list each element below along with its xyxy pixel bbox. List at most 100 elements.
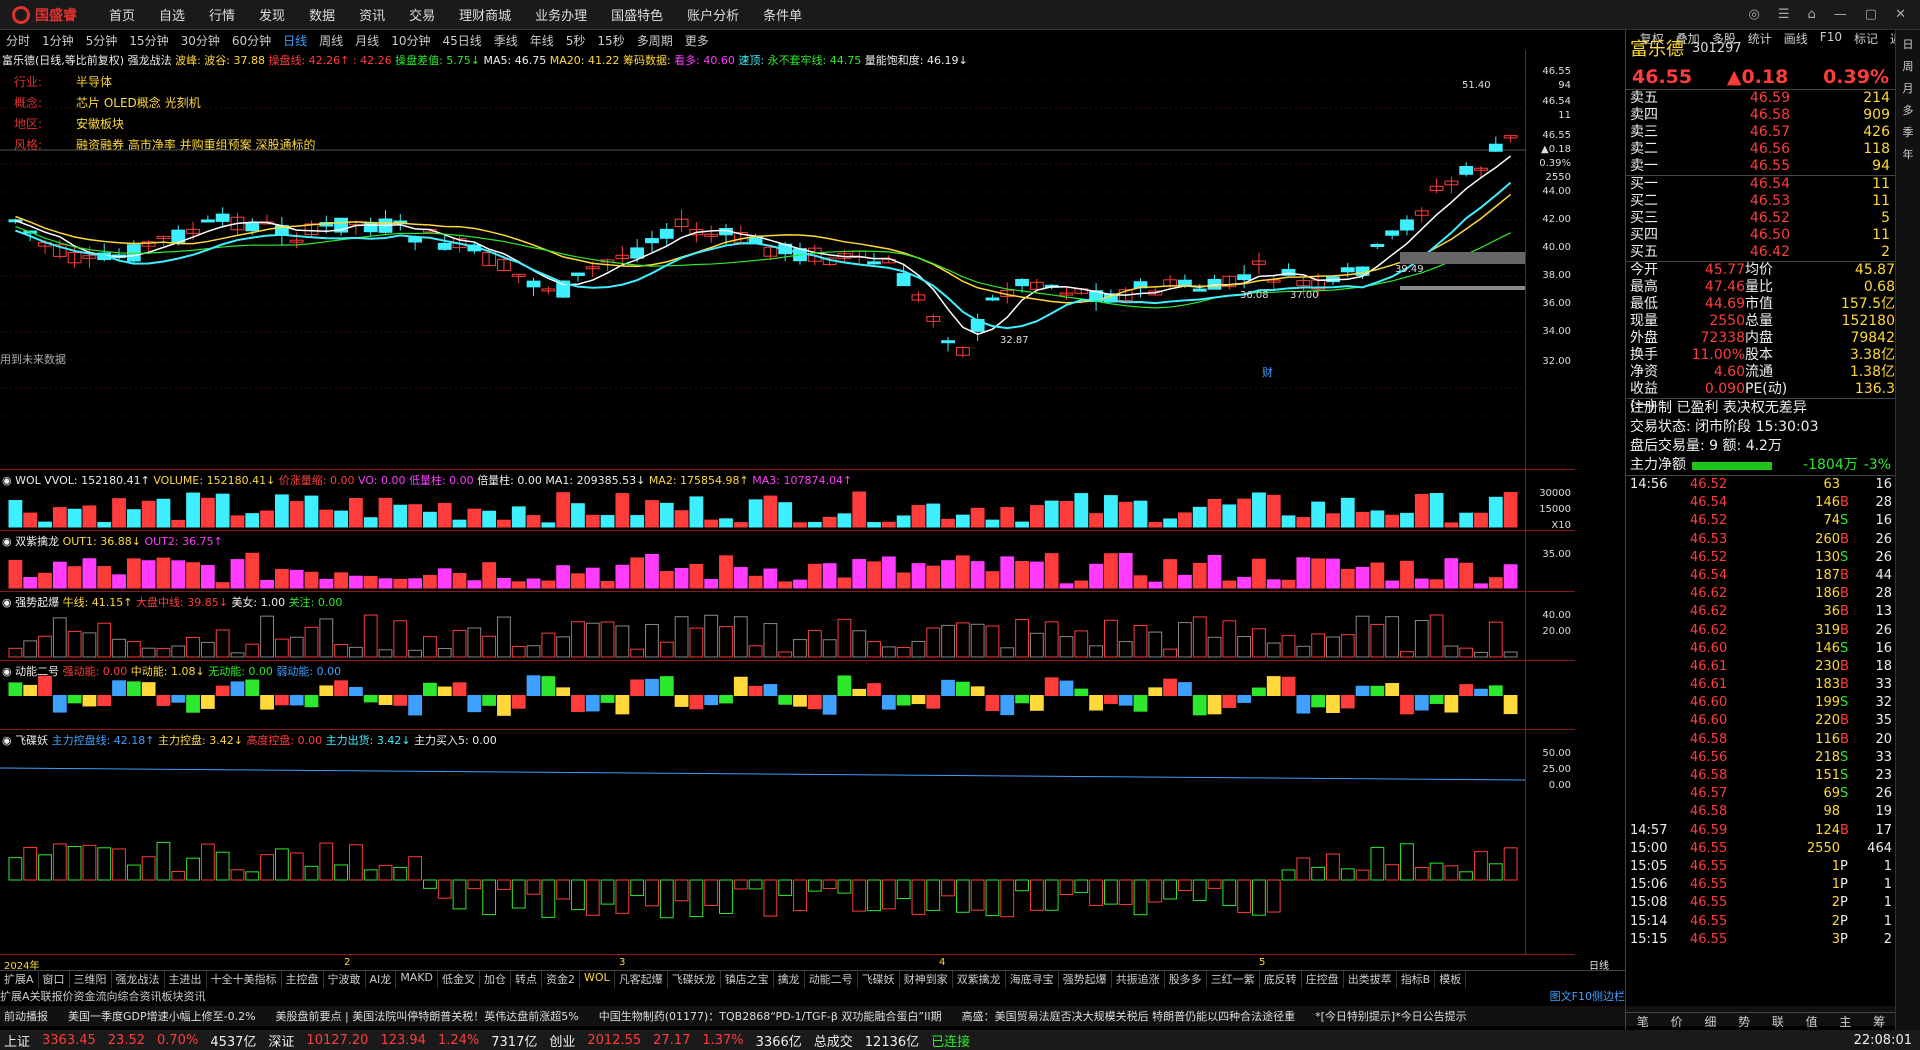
index-name[interactable]: 上证	[4, 1031, 30, 1050]
indicator-tab-24[interactable]: 强势起爆	[1059, 971, 1112, 988]
info-tab-1[interactable]: 关联报价	[30, 988, 74, 1006]
kline-panel[interactable]: 富乐德(日线,等比前复权) 强龙战法 波峰: 波谷: 37.88 操盘线: 42…	[0, 50, 1575, 470]
info-tab-0[interactable]: 扩展A	[0, 988, 30, 1006]
period-9[interactable]: 10分钟	[385, 32, 436, 49]
nav-item-7[interactable]: 理财商城	[447, 5, 523, 24]
indicator-tab-13[interactable]: 资金2	[542, 971, 581, 988]
nav-item-2[interactable]: 行情	[197, 5, 247, 24]
period-0[interactable]: 分时	[0, 32, 36, 49]
period-12[interactable]: 年线	[524, 32, 560, 49]
subpanel-title[interactable]: ◉ 强势起爆	[2, 596, 63, 609]
indicator-tab-10[interactable]: 低金叉	[438, 971, 481, 988]
quote-tab-2[interactable]: 细	[1704, 1013, 1716, 1030]
nav-item-0[interactable]: 首页	[97, 5, 147, 24]
period-13[interactable]: 5秒	[560, 32, 592, 49]
info-tab-4[interactable]: 板块资讯	[162, 988, 206, 1006]
subpanel-WOL[interactable]: ◉ WOL VVOL: 152180.41↑ VOLUME: 152180.41…	[0, 470, 1575, 531]
period-4[interactable]: 30分钟	[175, 32, 226, 49]
indicator-tab-12[interactable]: 转点	[511, 971, 543, 988]
index-name[interactable]: 深证	[268, 1031, 294, 1050]
ticker-item-0[interactable]: 前动播报	[4, 1008, 48, 1024]
subpanel-title[interactable]: ◉ WOL	[2, 474, 44, 487]
indicator-tab-29[interactable]: 庄控盘	[1302, 971, 1344, 988]
indicator-tab-31[interactable]: 指标B	[1397, 971, 1436, 988]
subpanel-title[interactable]: ◉ 双紫擒龙	[2, 535, 63, 548]
indicator-tab-15[interactable]: 凡客起爆	[615, 971, 668, 988]
subpanel-title[interactable]: ◉ 动能二号	[2, 665, 63, 678]
ticker-item-4[interactable]: 高盛：美国贸易法庭否决大规模关税后 特朗普仍能以四种合法途径重	[962, 1008, 1296, 1024]
sidebar-item-2[interactable]: 月	[1903, 80, 1914, 96]
quote-tab-6[interactable]: 主	[1839, 1013, 1851, 1030]
subpanel-双紫擒龙[interactable]: ◉ 双紫擒龙 OUT1: 36.88↓ OUT2: 36.75↑ 35.00	[0, 531, 1575, 592]
subpanel-title[interactable]: ◉ 飞碟妖	[2, 734, 52, 747]
nav-item-5[interactable]: 资讯	[347, 5, 397, 24]
indicator-tab-32[interactable]: 模板	[1435, 971, 1467, 988]
period-5[interactable]: 60分钟	[226, 32, 277, 49]
minimize-icon[interactable]: —	[1834, 7, 1847, 22]
period-7[interactable]: 周线	[313, 32, 349, 49]
nav-item-10[interactable]: 账户分析	[675, 5, 751, 24]
period-15[interactable]: 多周期	[631, 32, 679, 49]
quote-tab-5[interactable]: 值	[1806, 1013, 1818, 1030]
info-tab-3[interactable]: 综合资讯	[118, 988, 162, 1006]
period-6[interactable]: 日线	[277, 32, 313, 49]
indicator-tab-17[interactable]: 镇店之宝	[721, 971, 774, 988]
ticker-item-5[interactable]: *[今日特别提示]*今日公告提示	[1315, 1008, 1467, 1024]
indicator-tab-9[interactable]: MAKD	[396, 971, 439, 988]
subpanel-动能二号[interactable]: ◉ 动能二号 强动能: 0.00 中动能: 1.08↓ 无动能: 0.00 弱动…	[0, 661, 1575, 730]
nav-item-8[interactable]: 业务办理	[523, 5, 599, 24]
indicator-tab-1[interactable]: 窗口	[39, 971, 70, 988]
subpanel-强势起爆[interactable]: ◉ 强势起爆 牛线: 41.15↑ 大盘中线: 39.85↓ 美女: 1.00 …	[0, 592, 1575, 661]
nav-item-4[interactable]: 数据	[297, 5, 347, 24]
indicator-tab-6[interactable]: 主控盘	[282, 971, 324, 988]
sidebar-item-1[interactable]: 周	[1903, 58, 1914, 74]
period-11[interactable]: 季线	[488, 32, 524, 49]
sidebar-item-4[interactable]: 季	[1903, 124, 1914, 140]
index-name[interactable]: 创业	[549, 1031, 575, 1050]
f10-link[interactable]: 图文F10	[1550, 988, 1592, 1006]
indicator-tab-7[interactable]: 宁波敢	[324, 971, 366, 988]
indicator-tab-18[interactable]: 擒龙	[774, 971, 805, 988]
quote-tab-0[interactable]: 笔	[1637, 1013, 1649, 1030]
indicator-tab-19[interactable]: 动能二号	[805, 971, 858, 988]
indicator-tab-2[interactable]: 三维阳	[70, 971, 112, 988]
indicator-tab-30[interactable]: 出类拔萃	[1344, 971, 1397, 988]
menu-icon[interactable]: ☰	[1778, 7, 1790, 22]
indicator-tab-8[interactable]: AI龙	[366, 971, 397, 988]
lock-icon[interactable]: ⌂	[1808, 7, 1816, 22]
maximize-icon[interactable]: ▢	[1865, 7, 1877, 22]
nav-item-1[interactable]: 自选	[147, 5, 197, 24]
indicator-name[interactable]: 强龙战法	[128, 54, 176, 67]
ticker-item-1[interactable]: 美国一季度GDP增速小幅上修至-0.2%	[68, 1008, 256, 1024]
sidebar-item-3[interactable]: 多	[1903, 102, 1914, 118]
period-16[interactable]: 更多	[679, 32, 715, 49]
indicator-tab-21[interactable]: 财神到家	[900, 971, 953, 988]
close-icon[interactable]: ✕	[1895, 7, 1906, 22]
period-10[interactable]: 45日线	[436, 32, 487, 49]
indicator-tab-25[interactable]: 共振追涨	[1112, 971, 1165, 988]
indicator-tab-27[interactable]: 三红一紫	[1207, 971, 1260, 988]
info-tab-2[interactable]: 资金流向	[74, 988, 118, 1006]
period-2[interactable]: 5分钟	[80, 32, 124, 49]
message-icon[interactable]: ◎	[1749, 7, 1760, 22]
subpanel-飞碟妖[interactable]: ◉ 飞碟妖 主力控盘线: 42.18↑ 主力控盘: 3.42↓ 高度控盘: 0.…	[0, 730, 1575, 955]
indicator-tab-16[interactable]: 飞碟妖龙	[668, 971, 721, 988]
indicator-tab-0[interactable]: 扩展A	[0, 971, 39, 988]
indicator-tab-3[interactable]: 强龙战法	[112, 971, 165, 988]
kline-chart[interactable]: 51.40 32.87 36.08 37.00 39.49 用到未来数据财	[0, 50, 1575, 470]
quote-tab-7[interactable]: 筹	[1873, 1013, 1885, 1030]
period-8[interactable]: 月线	[349, 32, 385, 49]
indicator-tab-11[interactable]: 加仓	[480, 971, 512, 988]
indicator-tab-20[interactable]: 飞碟妖	[858, 971, 900, 988]
ticker-item-2[interactable]: 美股盘前要点 | 美国法院叫停特朗普关税！英伟达盘前涨超5%	[276, 1008, 579, 1024]
nav-item-11[interactable]: 条件单	[751, 5, 814, 24]
nav-item-9[interactable]: 国盛特色	[599, 5, 675, 24]
quote-tab-1[interactable]: 价	[1671, 1013, 1683, 1030]
quote-tab-4[interactable]: 联	[1772, 1013, 1784, 1030]
f10-link[interactable]: 侧边栏	[1592, 988, 1625, 1006]
indicator-tab-5[interactable]: 十全十美指标	[207, 971, 282, 988]
sidebar-item-0[interactable]: 日	[1903, 36, 1914, 52]
indicator-tab-26[interactable]: 股多多	[1165, 971, 1207, 988]
indicator-tab-4[interactable]: 主进出	[165, 971, 207, 988]
indicator-tab-28[interactable]: 底反转	[1260, 971, 1302, 988]
